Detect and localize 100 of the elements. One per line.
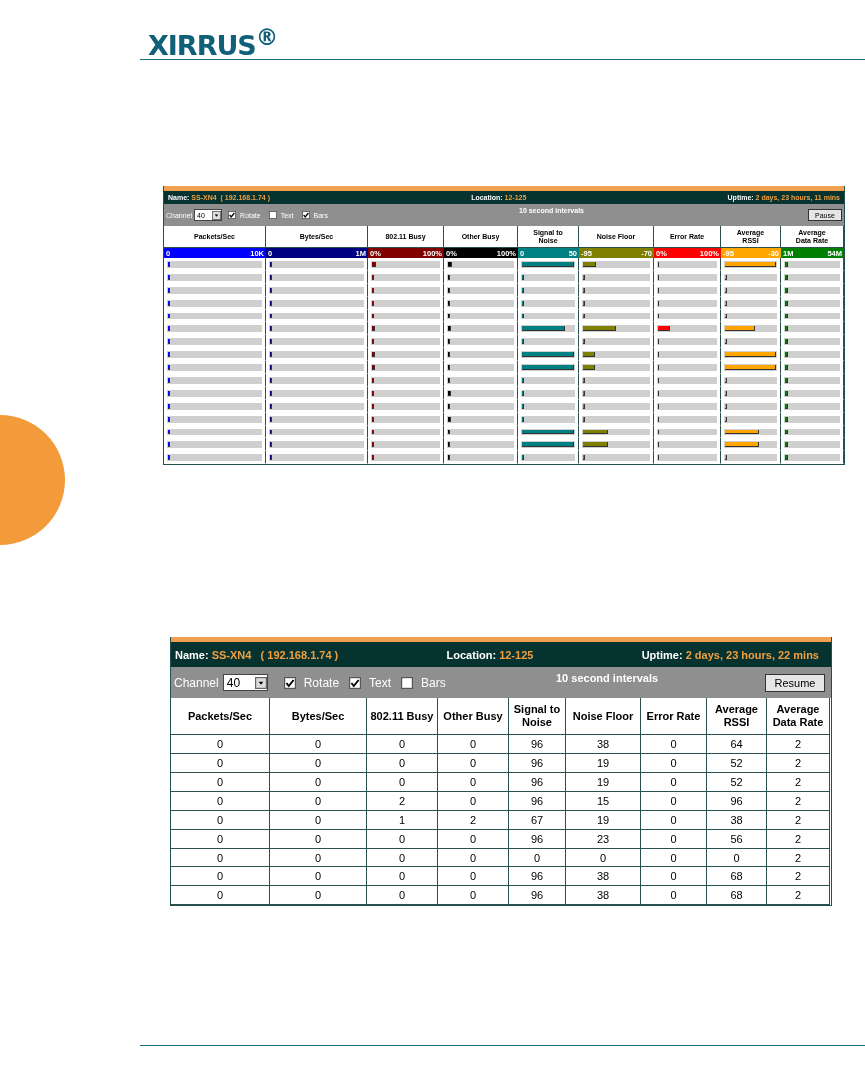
table-cell: 0 (509, 848, 566, 868)
table-cell: 0 (641, 735, 707, 755)
table-cell: 0 (367, 829, 438, 849)
table-cell: 0 (270, 829, 367, 849)
table-cell: 0 (270, 848, 367, 868)
table-cell: 0 (566, 848, 641, 868)
channel-dropdown[interactable]: 40 (222, 674, 268, 692)
table-cell: 38 (566, 735, 641, 755)
table-cell: 2 (767, 829, 830, 849)
table-cell: 0 (641, 773, 707, 792)
table-cell: 0 (438, 754, 509, 774)
table-cell: 0 (367, 848, 438, 868)
table-cell: 23 (566, 829, 641, 849)
table-cell: 2 (767, 773, 830, 792)
table-cell: 0 (171, 848, 270, 868)
table-cell: 0 (171, 829, 270, 849)
table-cell: 0 (438, 791, 509, 811)
column-header: Noise Floor (566, 698, 641, 736)
interval-text: 10 second intervals (556, 672, 659, 685)
table-cell: 0 (641, 810, 707, 830)
table-cell: 0 (270, 754, 367, 774)
table-cell: 67 (509, 810, 566, 830)
table-cell: 0 (270, 735, 367, 755)
table-cell: 96 (707, 791, 767, 811)
table-cell: 0 (270, 773, 367, 792)
table-cell: 52 (707, 773, 767, 792)
table-cell: 0 (641, 791, 707, 811)
checkbox[interactable] (349, 676, 362, 689)
table-cell: 0 (367, 867, 438, 887)
table-cell: 0 (171, 810, 270, 830)
table-cell: 0 (641, 867, 707, 887)
table-cell: 38 (566, 867, 641, 887)
table-cell: 52 (707, 754, 767, 774)
option-label: Bars (421, 675, 446, 690)
table-cell: 0 (438, 848, 509, 868)
resume-button[interactable]: Resume (765, 673, 825, 692)
channel-label: Channel (174, 675, 219, 690)
table-cell: 0 (270, 810, 367, 830)
table-cell: 0 (438, 773, 509, 792)
table-cell: 64 (707, 735, 767, 755)
table-cell: 2 (767, 848, 830, 868)
table-cell: 96 (509, 754, 566, 774)
table-cell: 0 (171, 754, 270, 774)
checkbox[interactable] (301, 211, 310, 219)
table-cell: 96 (509, 829, 566, 849)
column-header: 802.11 Busy (367, 698, 438, 736)
column-header: Average RSSI (707, 698, 767, 736)
table-cell: 0 (270, 791, 367, 811)
company-logo: XIRRUS$^{®}$ (148, 30, 278, 61)
table-cell: 2 (767, 754, 830, 774)
option-label: Rotate (303, 675, 340, 690)
table-cell: 96 (509, 735, 566, 755)
table-cell: 0 (367, 773, 438, 792)
table-cell: 19 (566, 810, 641, 830)
table-cell: 96 (509, 791, 566, 811)
table-cell: 0 (171, 773, 270, 792)
table-cell: 2 (767, 791, 830, 811)
checkbox[interactable] (228, 211, 237, 219)
table-cell: 0 (438, 867, 509, 887)
table-cell: 19 (566, 773, 641, 792)
table-cell: 0 (270, 886, 367, 906)
table-cell: 0 (438, 829, 509, 849)
table-cell: 2 (767, 810, 830, 830)
table-cell: 0 (438, 886, 509, 906)
table-cell: 0 (171, 791, 270, 811)
column-header: Packets/Sec (171, 698, 270, 736)
table-cell: 0 (367, 754, 438, 774)
table-cell: 0 (270, 867, 367, 887)
table-cell: 0 (171, 735, 270, 755)
option-label: Text (369, 675, 392, 690)
table-cell: 56 (707, 829, 767, 849)
table-cell: 38 (707, 810, 767, 830)
checkbox[interactable] (268, 211, 277, 219)
table-cell: 1 (367, 810, 438, 830)
name-text: Name: SS-XN4 ( 192.168.1.74 ) (175, 648, 339, 661)
table-cell: 0 (707, 848, 767, 868)
column-header: Bytes/Sec (270, 698, 367, 736)
table-cell: 2 (767, 867, 830, 887)
table-cell: 0 (641, 829, 707, 849)
table-cell: 2 (767, 735, 830, 755)
location-text: Location: 12-125 (446, 648, 534, 661)
column-header: Average Data Rate (767, 698, 830, 736)
table-cell: 0 (367, 886, 438, 906)
table-cell: 96 (509, 886, 566, 906)
checkbox[interactable] (283, 676, 296, 689)
column-header: Other Busy (438, 698, 509, 736)
checkbox[interactable] (401, 676, 414, 689)
table-cell: 2 (767, 886, 830, 906)
table-cell: 38 (566, 886, 641, 906)
table-cell: 0 (641, 754, 707, 774)
table-cell: 0 (641, 886, 707, 906)
table-cell: 96 (509, 773, 566, 792)
table-cell: 0 (367, 735, 438, 755)
table-cell: 19 (566, 754, 641, 774)
table-cell: 2 (367, 791, 438, 811)
table-cell: 96 (509, 867, 566, 887)
column-header: Error Rate (641, 698, 707, 736)
column-header: Signal to Noise (509, 698, 566, 736)
table-cell: 68 (707, 886, 767, 906)
table-cell: 0 (171, 867, 270, 887)
